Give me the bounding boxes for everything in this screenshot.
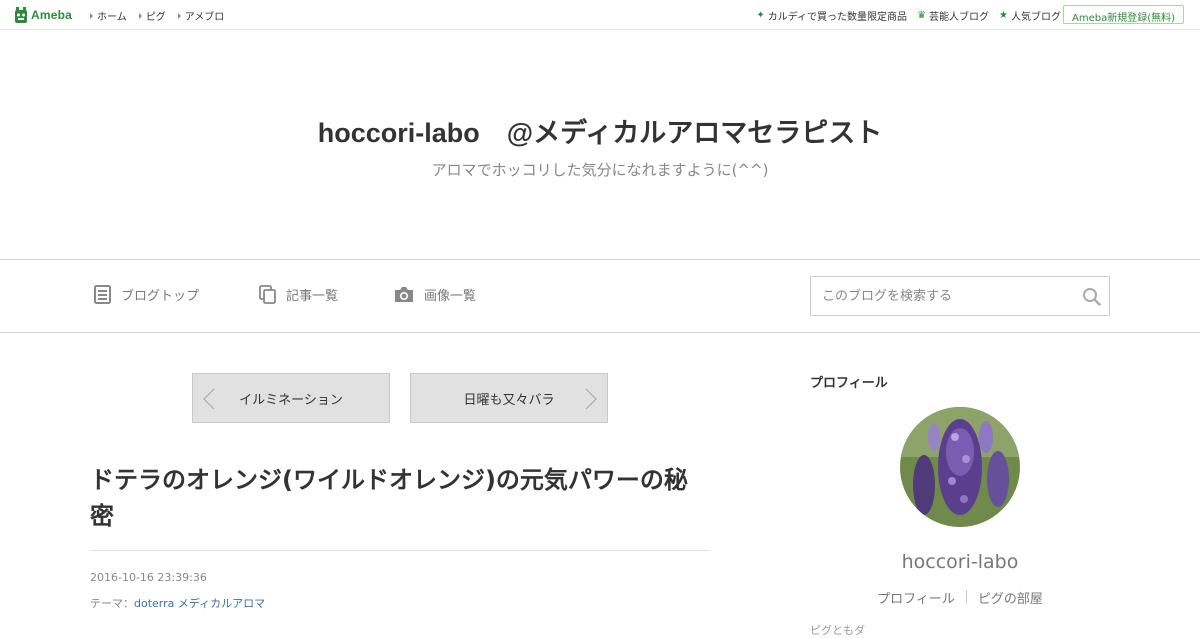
global-right-links: ✦ カルディで買った数量限定商品 ♛ 芸能人ブログ ★ 人気ブログ xyxy=(746,8,1061,23)
triangle-right-icon xyxy=(90,12,93,19)
nav-label: 記事一覧 xyxy=(286,289,339,304)
entry-date: 2016-10-16 23:39:36 xyxy=(90,571,207,584)
profile-link[interactable]: プロフィール xyxy=(877,588,955,607)
crown-icon: ♛ xyxy=(917,10,927,21)
blog-title[interactable]: hoccori-labo @メディカルアロマセラピスト xyxy=(0,111,1200,150)
prev-entry-button[interactable]: イルミネーション xyxy=(192,373,390,423)
ameba-logo[interactable]: Ameba xyxy=(14,6,72,24)
link-label: 人気ブログ xyxy=(1011,12,1061,23)
prev-entry-label: イルミネーション xyxy=(239,392,343,408)
link-popular-blog[interactable]: ★ 人気ブログ xyxy=(999,8,1061,23)
nav-label: ブログトップ xyxy=(121,289,200,304)
avatar[interactable] xyxy=(900,407,1020,527)
pigg-friend-label: ピグともダ xyxy=(810,624,865,637)
next-entry-label: 日曜も又々バラ xyxy=(463,392,555,408)
triangle-right-icon xyxy=(177,12,181,19)
nav-label: 画像一覧 xyxy=(424,289,477,304)
search-input[interactable] xyxy=(811,277,1071,315)
star-icon: ★ xyxy=(999,10,1008,21)
link-separator xyxy=(965,590,967,604)
global-nav-pigg[interactable]: ピグ xyxy=(138,8,166,23)
chevron-right-icon xyxy=(585,388,597,410)
global-nav: ホーム ピグ アメブロ xyxy=(90,8,236,23)
global-nav-ameblo[interactable]: アメブロ xyxy=(177,8,225,23)
entry-title[interactable]: ドテラのオレンジ(ワイルドオレンジ)の元気パワーの秘密 xyxy=(90,462,710,534)
next-entry-button[interactable]: 日曜も又々バラ xyxy=(410,373,608,423)
nav-blog-top[interactable]: ブログトップ xyxy=(94,285,199,304)
lavender-photo xyxy=(900,407,1020,527)
profile-links: プロフィール ピグの部屋 xyxy=(810,588,1110,607)
link-celebrity-blog[interactable]: ♛ 芸能人ブログ xyxy=(917,8,989,23)
link-kaldi[interactable]: ✦ カルディで買った数量限定商品 xyxy=(756,8,907,23)
theme-link[interactable]: doterra メディカルアロマ xyxy=(134,597,265,610)
global-header: Ameba ホーム ピグ アメブロ ✦ カルディで買った数量限定商品 ♛ 芸能人ブロ… xyxy=(0,0,1200,30)
entry-divider xyxy=(90,550,710,551)
sparkle-icon: ✦ xyxy=(756,10,765,21)
register-button[interactable]: Ameba新規登録(無料) xyxy=(1062,5,1184,24)
blog-search xyxy=(810,276,1110,316)
link-label: カルディで買った数量限定商品 xyxy=(767,12,908,23)
nav-entry-list[interactable]: 記事一覧 xyxy=(259,285,338,304)
link-label: 芸能人ブログ xyxy=(929,12,990,23)
global-nav-label: アメブロ xyxy=(184,12,225,23)
ameba-logo-text: Ameba xyxy=(31,8,73,22)
document-icon xyxy=(94,285,111,304)
profile-name[interactable]: hoccori-labo xyxy=(810,551,1110,573)
entry-theme: テーマ：doterra メディカルアロマ xyxy=(90,595,265,611)
blog-nav: ブログトップ 記事一覧 画像一覧 xyxy=(0,260,1200,333)
blog-header: hoccori-labo @メディカルアロマセラピスト アロマでホッコリした気分… xyxy=(0,30,1200,260)
copy-icon xyxy=(259,285,276,304)
blog-description: アロマでホッコリした気分になれますように(^^) xyxy=(431,161,769,179)
global-nav-label: ピグ xyxy=(145,12,166,23)
theme-prefix: テーマ： xyxy=(90,597,134,610)
global-nav-label: ホーム xyxy=(97,12,127,23)
triangle-right-icon xyxy=(138,12,142,19)
profile-heading: プロフィール xyxy=(810,376,888,391)
global-nav-home[interactable]: ホーム xyxy=(90,8,127,23)
camera-icon xyxy=(395,287,413,302)
ameba-mascot-icon xyxy=(15,6,27,23)
nav-image-list[interactable]: 画像一覧 xyxy=(394,285,476,304)
chevron-left-icon xyxy=(203,388,215,410)
pigg-room-link[interactable]: ピグの部屋 xyxy=(978,588,1043,607)
search-icon[interactable] xyxy=(1082,287,1101,306)
